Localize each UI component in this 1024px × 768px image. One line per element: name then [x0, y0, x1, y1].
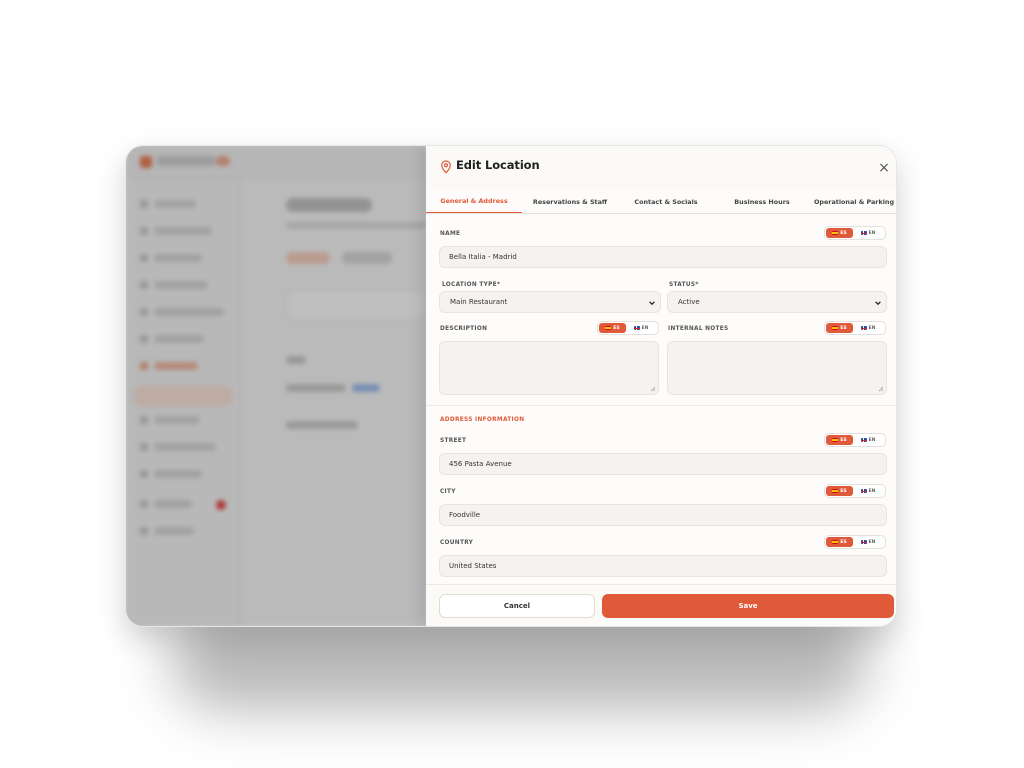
language-en-button[interactable]: EN — [626, 323, 656, 333]
language-en-button[interactable]: EN — [853, 323, 883, 333]
location-pin-icon — [441, 160, 451, 174]
resize-grip-icon[interactable] — [650, 386, 656, 392]
save-button[interactable]: Save — [602, 594, 894, 618]
section-divider — [426, 405, 896, 406]
language-en-button[interactable]: EN — [853, 486, 883, 496]
uk-flag-icon — [860, 438, 867, 442]
country-label: COUNTRY — [440, 540, 474, 546]
edit-location-drawer: Edit Location × General & Address Reserv… — [426, 146, 896, 626]
close-icon[interactable]: × — [876, 160, 892, 176]
language-es-button[interactable]: ES — [826, 486, 853, 496]
language-es-button[interactable]: ES — [599, 323, 626, 333]
tab-bar: General & Address Reservations & Staff C… — [426, 190, 896, 214]
resize-grip-icon[interactable] — [878, 386, 884, 392]
location-type-label: LOCATION TYPE* — [442, 282, 501, 288]
es-flag-icon — [832, 540, 839, 544]
internal-notes-textarea[interactable] — [667, 341, 887, 395]
tab-general-address[interactable]: General & Address — [426, 190, 522, 213]
name-input[interactable]: Bella Italia - Madrid — [439, 246, 887, 268]
cancel-button[interactable]: Cancel — [439, 594, 595, 618]
tab-business-hours[interactable]: Business Hours — [714, 190, 810, 213]
city-language-toggle: ES EN — [824, 484, 886, 498]
language-en-button[interactable]: EN — [853, 537, 883, 547]
language-es-button[interactable]: ES — [826, 323, 853, 333]
tab-contact-socials[interactable]: Contact & Socials — [618, 190, 714, 213]
drawer-footer: Cancel Save — [426, 584, 896, 626]
street-language-toggle: ES EN — [824, 433, 886, 447]
city-input[interactable]: Foodville — [439, 504, 887, 526]
status-label: STATUS* — [669, 282, 699, 288]
uk-flag-icon — [633, 326, 640, 330]
form-body: NAME ES EN Bella Italia - Madrid LOCATIO… — [426, 214, 896, 584]
uk-flag-icon — [860, 231, 867, 235]
language-en-button[interactable]: EN — [853, 228, 883, 238]
country-input[interactable]: United States — [439, 555, 887, 577]
city-label: CITY — [440, 489, 456, 495]
name-label: NAME — [440, 231, 461, 237]
uk-flag-icon — [860, 489, 867, 493]
uk-flag-icon — [860, 540, 867, 544]
modal-backdrop[interactable] — [126, 146, 426, 626]
location-type-select[interactable]: Main Restaurant — [439, 291, 661, 313]
internal-notes-label: INTERNAL NOTES — [668, 326, 729, 332]
language-es-button[interactable]: ES — [826, 435, 853, 445]
chevron-down-icon — [875, 301, 881, 306]
tab-operational-parking[interactable]: Operational & Parking — [810, 190, 896, 213]
status-select[interactable]: Active — [667, 291, 887, 313]
es-flag-icon — [832, 326, 839, 330]
street-label: STREET — [440, 438, 467, 444]
drawer-title: Edit Location — [456, 158, 540, 172]
description-language-toggle: ES EN — [597, 321, 659, 335]
app-window: Edit Location × General & Address Reserv… — [125, 145, 897, 627]
language-es-button[interactable]: ES — [826, 228, 853, 238]
es-flag-icon — [832, 438, 839, 442]
es-flag-icon — [832, 231, 839, 235]
internal-notes-language-toggle: ES EN — [824, 321, 886, 335]
es-flag-icon — [832, 489, 839, 493]
status-value: Active — [678, 298, 700, 306]
tab-reservations-staff[interactable]: Reservations & Staff — [522, 190, 618, 213]
drawer-header: Edit Location × — [426, 146, 896, 190]
location-type-value: Main Restaurant — [450, 298, 508, 306]
name-language-toggle: ES EN — [824, 226, 886, 240]
chevron-down-icon — [649, 301, 655, 306]
es-flag-icon — [605, 326, 612, 330]
description-textarea[interactable] — [439, 341, 659, 395]
description-label: DESCRIPTION — [440, 326, 488, 332]
language-es-button[interactable]: ES — [826, 537, 853, 547]
uk-flag-icon — [860, 326, 867, 330]
country-language-toggle: ES EN — [824, 535, 886, 549]
language-en-button[interactable]: EN — [853, 435, 883, 445]
address-section-title: ADDRESS INFORMATION — [440, 417, 525, 423]
street-input[interactable]: 456 Pasta Avenue — [439, 453, 887, 475]
